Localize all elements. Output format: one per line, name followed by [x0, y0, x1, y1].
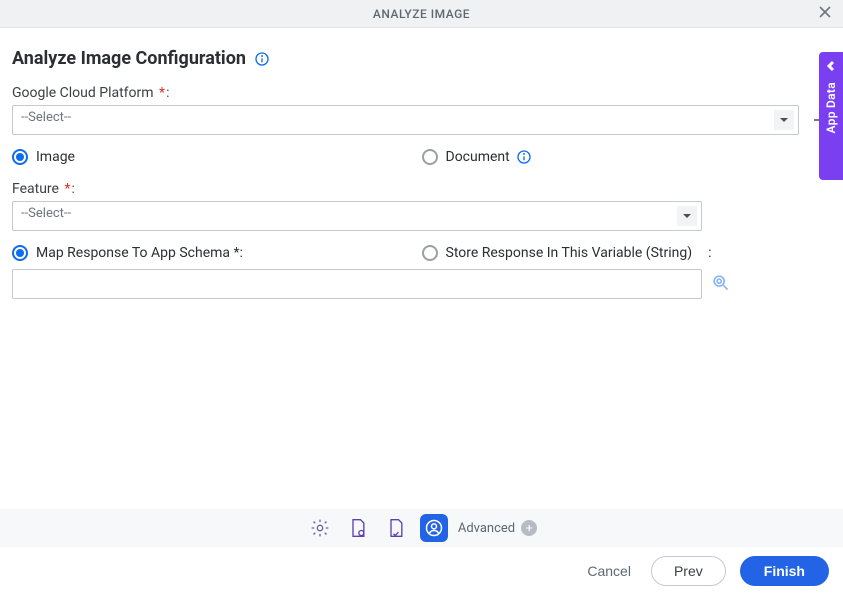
cancel-button[interactable]: Cancel	[581, 562, 637, 580]
radio-document[interactable]: Document	[422, 149, 510, 165]
info-icon[interactable]	[254, 51, 270, 67]
image-user-icon	[424, 518, 444, 538]
plus-circle-icon: +	[521, 520, 537, 536]
required-mark: *	[159, 85, 165, 101]
gear-icon	[310, 518, 330, 538]
feature-select-placeholder: --Select--	[21, 206, 71, 221]
chevron-down-icon	[677, 206, 697, 226]
radio-map-response[interactable]: Map Response To App Schema *:	[12, 245, 422, 261]
image-tab-active[interactable]	[420, 514, 448, 542]
feature-field: Feature *: --Select--	[12, 181, 831, 231]
schema-mapping-row	[12, 269, 831, 299]
feature-label-text: Feature	[12, 181, 59, 197]
label-colon: :	[240, 245, 243, 261]
gcp-field: Google Cloud Platform *: --Select--	[12, 85, 831, 135]
radio-store-variable[interactable]: Store Response In This Variable (String)	[422, 245, 693, 261]
close-icon	[817, 4, 833, 20]
page-title: Analyze Image Configuration	[12, 48, 246, 69]
radio-image-label: Image	[36, 149, 75, 165]
prev-button[interactable]: Prev	[651, 556, 726, 586]
chevron-down-icon	[774, 110, 794, 130]
page-title-row: Analyze Image Configuration	[12, 48, 831, 69]
footer-actions: Cancel Prev Finish	[0, 547, 843, 595]
side-tab-label: App Data	[824, 82, 838, 133]
file-gear-icon	[348, 518, 368, 538]
radio-empty-icon	[422, 149, 438, 165]
label-colon: :	[708, 245, 711, 261]
app-data-side-tab[interactable]: App Data	[819, 52, 843, 180]
advanced-toggle[interactable]: Advanced +	[458, 520, 537, 536]
modal-title: ANALYZE IMAGE	[373, 7, 470, 21]
schema-mapping-input[interactable]	[12, 269, 702, 299]
modal-header: ANALYZE IMAGE	[0, 0, 843, 28]
gcp-select-placeholder: --Select--	[21, 110, 71, 125]
chevron-left-icon	[825, 60, 837, 72]
search-icon	[710, 272, 730, 292]
finish-button[interactable]: Finish	[740, 556, 829, 586]
response-type-row: Map Response To App Schema *: Store Resp…	[12, 245, 831, 261]
advanced-label: Advanced	[458, 521, 515, 536]
gcp-select-wrap: --Select--	[12, 105, 799, 135]
content-area: Analyze Image Configuration Google Cloud…	[0, 28, 843, 299]
file-check-icon	[386, 518, 406, 538]
preview-button[interactable]	[710, 272, 730, 296]
radio-store-label: Store Response In This Variable (String)	[446, 245, 693, 261]
radio-dot-icon	[12, 149, 28, 165]
feature-select-wrap: --Select--	[12, 201, 702, 231]
radio-empty-icon	[422, 245, 438, 261]
label-colon: :	[72, 181, 75, 197]
settings-tab[interactable]	[306, 514, 334, 542]
radio-map-label-text: Map Response To App Schema	[36, 245, 230, 261]
gcp-label-text: Google Cloud Platform	[12, 85, 154, 101]
gcp-select[interactable]: --Select--	[12, 105, 799, 135]
gcp-label: Google Cloud Platform *:	[12, 85, 169, 101]
bottom-toolbar: Advanced +	[0, 509, 843, 547]
radio-dot-icon	[12, 245, 28, 261]
feature-label: Feature *:	[12, 181, 75, 197]
radio-document-label: Document	[446, 149, 510, 165]
radio-image[interactable]: Image	[12, 149, 422, 165]
info-icon[interactable]	[516, 149, 532, 165]
file-tab[interactable]	[344, 514, 372, 542]
required-mark: *	[64, 181, 70, 197]
radio-map-label: Map Response To App Schema *:	[36, 245, 243, 261]
close-button[interactable]	[817, 4, 833, 24]
input-type-row: Image Document	[12, 149, 831, 165]
feature-select[interactable]: --Select--	[12, 201, 702, 231]
label-colon: :	[166, 85, 169, 101]
file-check-tab[interactable]	[382, 514, 410, 542]
